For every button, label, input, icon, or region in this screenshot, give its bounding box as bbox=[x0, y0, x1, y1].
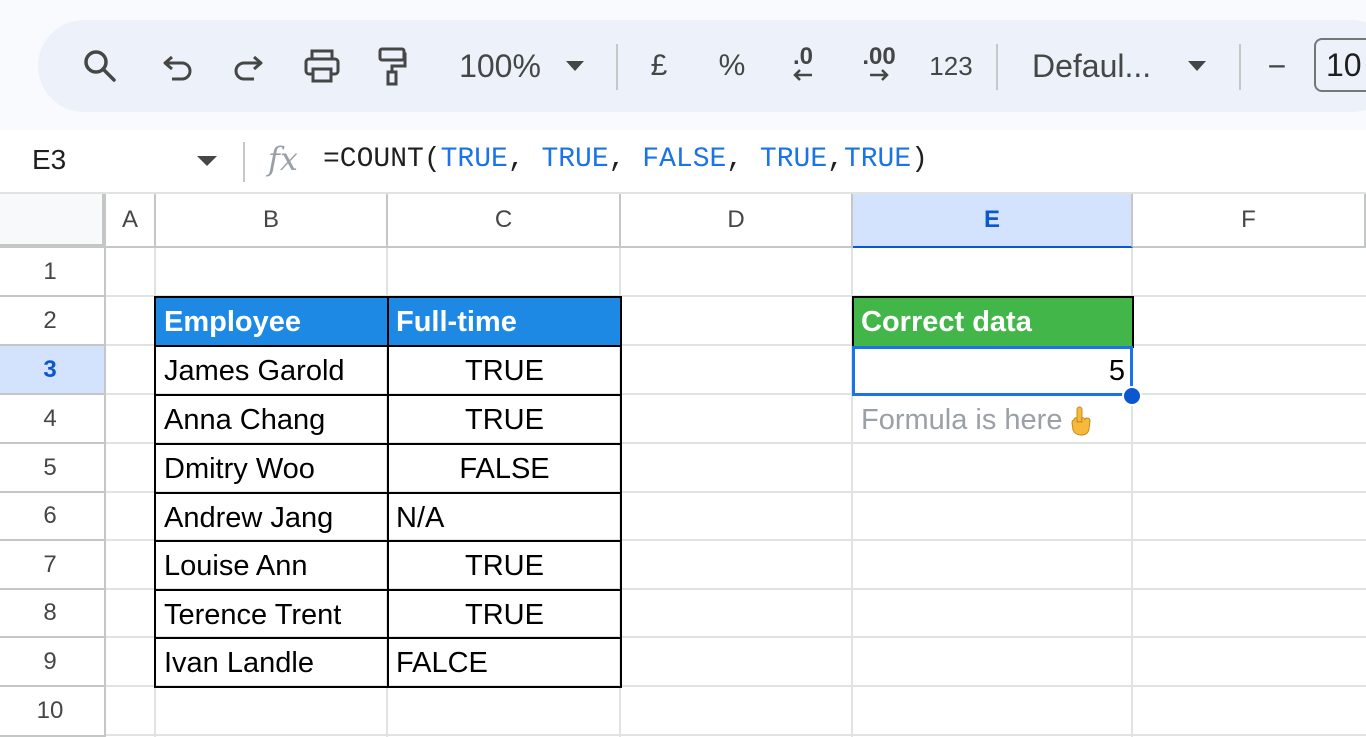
grid-line bbox=[106, 295, 1366, 297]
formula-arg: FALSE bbox=[642, 144, 727, 175]
zoom-select[interactable]: 100% bbox=[450, 20, 550, 112]
formula-bar: E3 fx =COUNT(TRUE, TRUE, FALSE, TRUE,TRU… bbox=[0, 130, 1366, 194]
full-time-cell[interactable]: FALCE bbox=[388, 640, 621, 687]
pointing-up-hand-icon bbox=[1071, 406, 1091, 436]
formula-separator: , bbox=[507, 144, 542, 175]
row-header-1[interactable]: 1 bbox=[0, 248, 106, 297]
decrease-decimal-button[interactable]: .0 bbox=[780, 20, 826, 112]
column-header-e[interactable]: E bbox=[853, 194, 1133, 248]
decrease-decimal-label: .0 bbox=[792, 43, 813, 70]
decrease-font-size-button[interactable]: − bbox=[1262, 20, 1292, 112]
table-header-full-time[interactable]: Full-time bbox=[388, 298, 621, 346]
table-border bbox=[154, 345, 622, 347]
full-time-cell[interactable]: FALSE bbox=[388, 446, 621, 493]
toolbar-separator bbox=[996, 44, 998, 90]
row-header-5[interactable]: 5 bbox=[0, 444, 106, 493]
name-box[interactable]: E3 bbox=[32, 144, 66, 176]
full-time-cell[interactable]: TRUE bbox=[388, 397, 621, 444]
arrow-left-icon bbox=[793, 69, 812, 81]
arrow-right-icon bbox=[870, 69, 889, 81]
percent-format-button[interactable]: % bbox=[712, 20, 752, 112]
formula-prefix: =COUNT( bbox=[323, 144, 441, 175]
print-icon[interactable] bbox=[300, 20, 344, 112]
note-text: Formula is here bbox=[861, 404, 1063, 436]
zoom-dropdown-icon[interactable] bbox=[562, 20, 588, 112]
employee-name-cell[interactable]: Terence Trent bbox=[156, 592, 388, 638]
employee-name-cell[interactable]: Dmitry Woo bbox=[156, 446, 388, 493]
column-header-a[interactable]: A bbox=[106, 194, 156, 248]
formula-arg: TRUE bbox=[759, 144, 828, 175]
formula-separator: , bbox=[608, 144, 643, 175]
result-header[interactable]: Correct data bbox=[853, 298, 1133, 346]
formula-bar-separator bbox=[243, 142, 245, 182]
employee-name-cell[interactable]: Andrew Jang bbox=[156, 495, 388, 541]
currency-format-button[interactable]: £ bbox=[642, 20, 676, 112]
table-border bbox=[154, 540, 622, 542]
toolbar: 100% £ % .0 .00 123 Defaul... − bbox=[38, 20, 1366, 112]
employee-name-cell[interactable]: Louise Ann bbox=[156, 543, 388, 590]
redo-icon[interactable] bbox=[228, 20, 268, 112]
employee-name-cell[interactable]: Ivan Landle bbox=[156, 640, 388, 687]
grid-line bbox=[106, 734, 1366, 736]
row-header-7[interactable]: 7 bbox=[0, 541, 106, 590]
font-select[interactable]: Defaul... bbox=[1032, 20, 1158, 112]
formula-separator: , bbox=[726, 144, 760, 175]
full-time-cell[interactable]: TRUE bbox=[388, 592, 621, 638]
employee-name-cell[interactable]: Anna Chang bbox=[156, 397, 388, 444]
row-header-6[interactable]: 6 bbox=[0, 493, 106, 541]
formula-separator: , bbox=[827, 144, 844, 175]
font-dropdown-icon[interactable] bbox=[1184, 20, 1210, 112]
table-border bbox=[154, 637, 622, 639]
row-header-3[interactable]: 3 bbox=[0, 346, 106, 395]
formula-arg: TRUE bbox=[440, 144, 508, 175]
toolbar-separator bbox=[1239, 44, 1241, 90]
font-size-input[interactable]: 10 bbox=[1314, 38, 1366, 92]
toolbar-separator bbox=[616, 44, 618, 90]
increase-decimal-label: .00 bbox=[862, 43, 896, 70]
column-header-d[interactable]: D bbox=[621, 194, 853, 248]
column-header-c[interactable]: C bbox=[388, 194, 621, 248]
paint-format-icon[interactable] bbox=[374, 20, 410, 112]
employee-name-cell[interactable]: James Garold bbox=[156, 348, 388, 395]
name-box-dropdown-icon[interactable] bbox=[197, 156, 217, 166]
search-icon[interactable] bbox=[78, 20, 122, 112]
table-header-employee[interactable]: Employee bbox=[156, 298, 388, 346]
row-header-2[interactable]: 2 bbox=[0, 297, 106, 346]
table-border bbox=[154, 394, 622, 396]
increase-decimal-button[interactable]: .00 bbox=[852, 20, 906, 112]
table-border bbox=[154, 443, 622, 445]
full-time-cell[interactable]: N/A bbox=[388, 495, 621, 541]
formula-arg: TRUE bbox=[843, 144, 912, 175]
table-border bbox=[154, 589, 622, 591]
row-header-10[interactable]: 10 bbox=[0, 687, 106, 737]
column-headers: A B C D E F bbox=[0, 194, 1366, 248]
full-time-cell[interactable]: TRUE bbox=[388, 543, 621, 590]
table-border bbox=[154, 492, 622, 494]
row-header-9[interactable]: 9 bbox=[0, 638, 106, 687]
column-header-b[interactable]: B bbox=[156, 194, 388, 248]
more-formats-button[interactable]: 123 bbox=[926, 20, 976, 112]
undo-icon[interactable] bbox=[158, 20, 198, 112]
active-cell-outline bbox=[852, 346, 1133, 396]
full-time-cell[interactable]: TRUE bbox=[388, 348, 621, 395]
fx-icon: fx bbox=[268, 140, 298, 178]
row-header-4[interactable]: 4 bbox=[0, 395, 106, 444]
column-header-f[interactable]: F bbox=[1133, 194, 1366, 248]
formula-arg: TRUE bbox=[541, 144, 609, 175]
formula-suffix: ) bbox=[911, 144, 928, 175]
row-header-8[interactable]: 8 bbox=[0, 590, 106, 638]
formula-input[interactable]: =COUNT(TRUE, TRUE, FALSE, TRUE,TRUE) bbox=[323, 144, 928, 175]
select-all-corner[interactable] bbox=[0, 194, 106, 248]
note-cell[interactable]: Formula is here bbox=[853, 397, 1133, 444]
